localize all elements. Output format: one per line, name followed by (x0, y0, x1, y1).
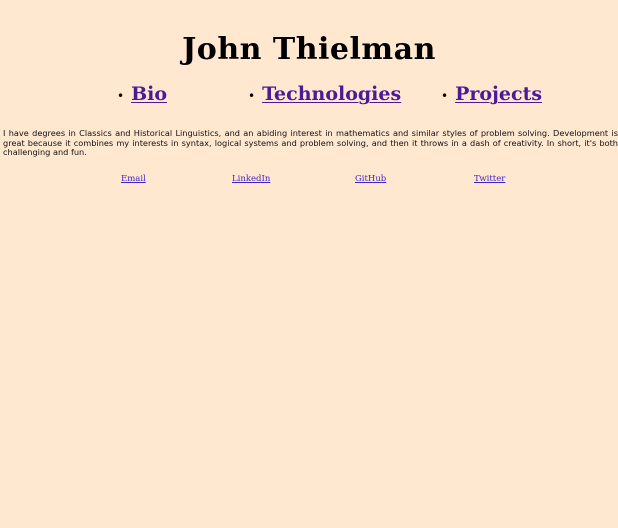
intro-paragraph: I have degrees in Classics and Historica… (3, 128, 618, 158)
page-title: John Thielman (182, 32, 436, 68)
email-link[interactable]: Email (121, 174, 146, 184)
linkedin-link[interactable]: LinkedIn (232, 174, 270, 184)
github-link[interactable]: GitHub (355, 174, 386, 184)
bullet-icon: • (117, 89, 125, 103)
nav-item-bio: • Bio (117, 80, 167, 108)
social-links: Email LinkedIn GitHub Twitter (0, 174, 618, 188)
nav-item-technologies: • Technologies (248, 80, 401, 108)
twitter-link[interactable]: Twitter (474, 174, 505, 184)
bio-link[interactable]: Bio (131, 83, 167, 105)
bullet-icon: • (441, 89, 449, 103)
nav-item-projects: • Projects (441, 80, 542, 108)
technologies-link[interactable]: Technologies (262, 83, 401, 105)
projects-link[interactable]: Projects (455, 83, 542, 105)
main-navigation: • Bio • Technologies • Projects (0, 80, 618, 110)
bullet-icon: • (248, 89, 256, 103)
